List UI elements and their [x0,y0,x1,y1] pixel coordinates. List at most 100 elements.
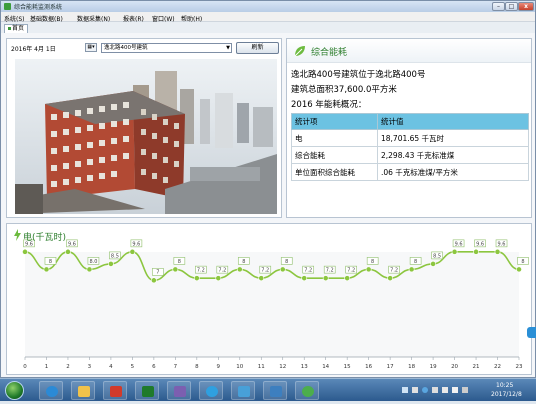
data-point [365,266,372,273]
building-select[interactable]: 逸北路400号建筑 ▼ [101,43,232,53]
stat-item: 单位面积综合能耗 [291,163,378,181]
data-point [150,277,157,284]
data-point [129,248,136,255]
menu-bar: 系统(S) 基础数据(B) 数据采集(N) 报表(R) 窗口(W) 帮助(H) [1,12,535,23]
app-window: 综合能耗监测系统 – □ x 系统(S) 基础数据(B) 数据采集(N) 报表(… [0,0,536,378]
refresh-button[interactable]: 刷新 [236,42,279,54]
data-point [451,248,458,255]
skype-icon[interactable] [199,381,223,400]
table-row: 综合能耗 2,298.43 千克标准煤 [291,146,529,164]
data-label: 8 [414,259,417,265]
data-point [387,275,394,282]
data-label: 7.2 [261,268,269,274]
terminal-icon[interactable] [135,381,159,400]
data-point [86,266,93,273]
maximize-button[interactable]: □ [505,2,518,11]
panel-title: 综合能耗 [311,48,348,58]
data-label: 7.2 [390,268,398,274]
x-tick-label: 17 [387,364,394,370]
ie-icon[interactable] [39,381,63,400]
clock-date[interactable]: 2017/12/8 [491,391,522,398]
energy-info-panel: 综合能耗 逸北路400号建筑位于逸北路400号 建筑总面积37,600.0平方米… [286,38,532,218]
stat-value: .06 千克标准煤/平方米 [377,163,529,181]
data-label: 8 [242,259,245,265]
leaf-icon [294,46,305,57]
building-photo [15,59,277,214]
stat-value: 2,298.43 千克标准煤 [377,146,529,164]
data-point [344,275,351,282]
clock-time[interactable]: 10:25 [496,382,513,389]
data-point [408,266,415,273]
taskbar: 10:25 2017/12/8 [0,378,536,401]
volume-icon [452,387,458,393]
x-tick-label: 2 [66,364,70,370]
chat-icon [412,387,418,393]
network-icon[interactable] [231,381,255,400]
building-photo-panel: 2016年 4月 1日 ▦▾ 逸北路400号建筑 ▼ 刷新 [6,38,282,218]
data-point [258,275,265,282]
tool-icon[interactable] [167,381,191,400]
tray-icons [402,387,468,393]
x-tick-label: 5 [131,364,135,370]
electricity-chart-panel: 0 1 2 3 4 5 6 7 8 9 10 11 12 13 14 15 16 17 18 19 20 21 22 23 9.… [6,223,532,375]
x-tick-label: 20 [451,364,458,370]
tab-bar: 首页 [1,22,535,33]
network-tray-icon [442,387,448,393]
recycle-icon[interactable] [295,381,319,400]
data-label: 7 [156,270,159,276]
side-panel-tab[interactable] [527,327,536,338]
data-point [236,266,243,273]
calendar-icon[interactable]: ▦▾ [85,43,97,52]
tab-home-label: 首页 [12,25,25,32]
data-label: 7.2 [326,268,334,274]
data-label: 7.2 [218,268,226,274]
data-point [279,266,286,273]
data-point [215,275,222,282]
data-label: 8 [371,259,374,265]
data-point [108,261,114,267]
column-header: 统计值 [377,113,529,130]
stat-item: 电 [291,129,378,147]
year-summary-text: 2016 年能耗概况： [291,100,367,110]
minimize-button[interactable]: – [492,2,505,11]
x-tick-label: 0 [23,364,27,370]
date-picker[interactable]: 2016年 4月 1日 [11,44,56,53]
tab-icon [8,27,11,30]
tab-home[interactable]: 首页 [4,24,29,33]
monitor-icon[interactable] [263,381,287,400]
x-tick-label: 14 [322,364,329,370]
data-label: 8 [285,259,288,265]
data-point [516,266,522,273]
data-label: 9.6 [455,241,463,247]
x-tick-label: 9 [217,364,221,370]
stat-item: 综合能耗 [291,146,378,164]
x-tick-label: 22 [494,364,501,370]
x-tick-label: 15 [344,364,351,370]
start-button[interactable] [5,381,24,400]
data-label: 8 [49,259,52,265]
data-label: 9.6 [132,241,140,247]
data-label: 9.6 [476,241,484,247]
lightning-icon [14,229,21,241]
app-icon[interactable] [103,381,127,400]
data-label: 8.0 [89,259,97,265]
x-tick-label: 12 [279,364,286,370]
data-point [65,248,71,255]
x-tick-label: 16 [365,364,372,370]
data-point [473,248,479,255]
close-button[interactable]: x [518,2,534,11]
data-point [430,261,436,267]
data-point [193,275,200,282]
data-label: 8 [521,259,524,265]
building-select-value: 逸北路400号建筑 [104,45,148,51]
x-tick-label: 21 [473,364,480,370]
x-tick-label: 23 [516,364,523,370]
building-area-text: 建筑总面积37,600.0平方米 [291,85,397,95]
help-icon [422,387,428,393]
data-point [43,266,50,273]
x-tick-label: 3 [88,364,92,370]
x-tick-label: 8 [195,364,199,370]
window-title: 综合能耗监测系统 [14,4,63,11]
folder-icon[interactable] [71,381,95,400]
column-header: 统计项 [291,113,378,130]
